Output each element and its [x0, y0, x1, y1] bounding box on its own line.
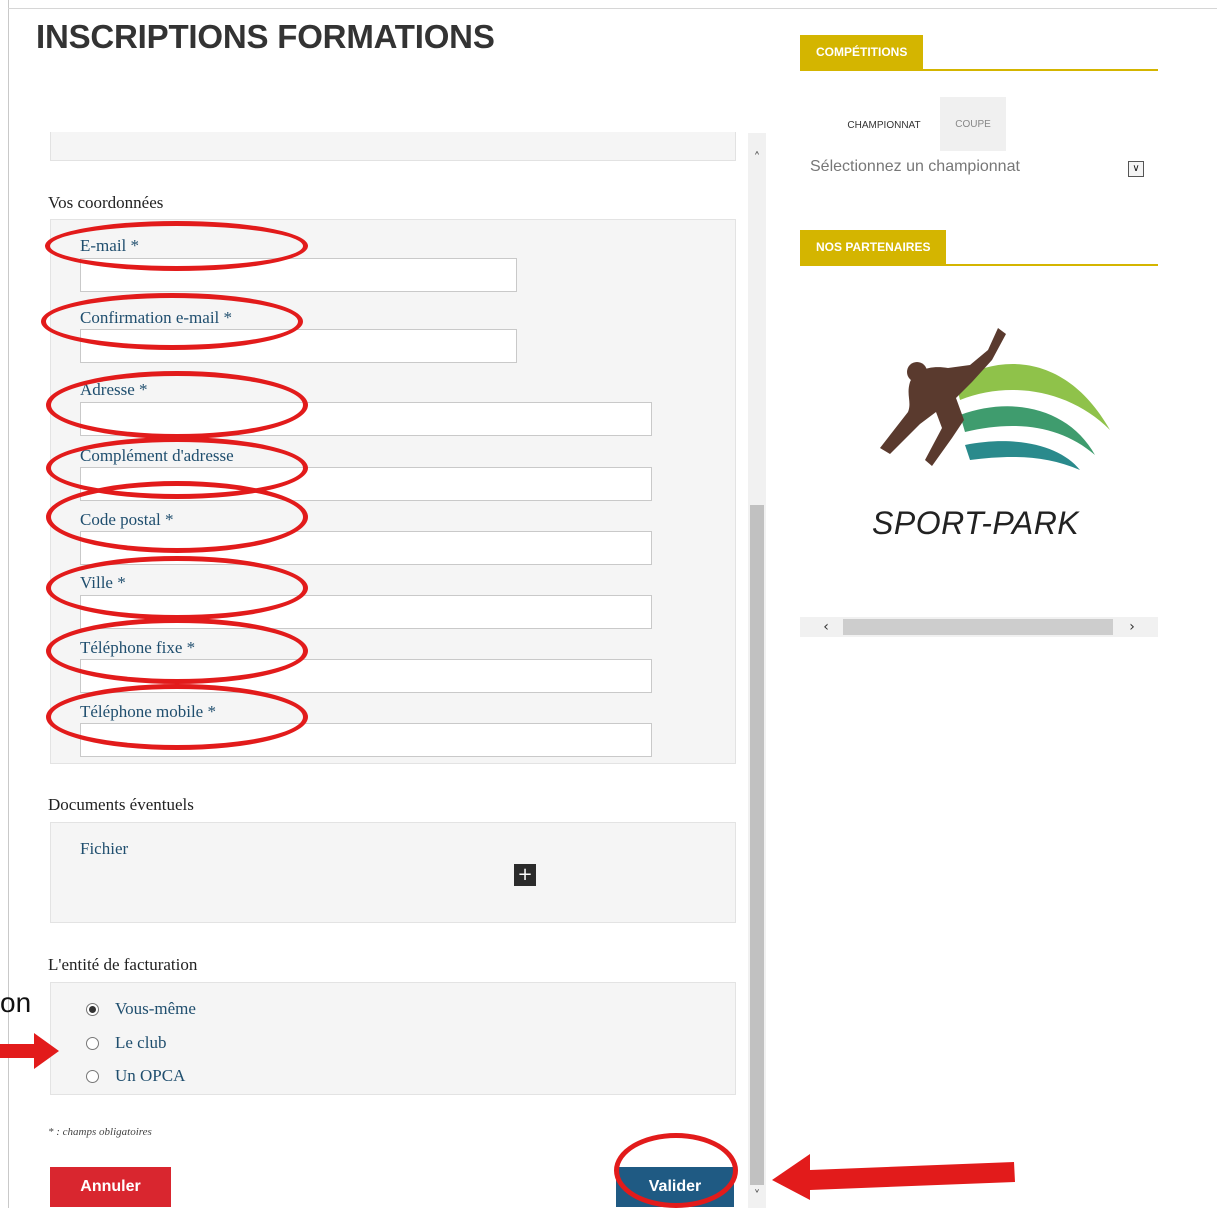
page-title: INSCRIPTIONS FORMATIONS — [36, 18, 495, 55]
required-fields-note: * : champs obligatoires — [48, 1126, 152, 1138]
postal-code-label: Code postal * — [80, 510, 174, 529]
email-confirmation-field[interactable] — [80, 329, 517, 363]
radio-button[interactable] — [86, 1069, 99, 1083]
file-label: Fichier — [80, 839, 129, 858]
competitions-header-label: COMPÉTITIONS — [800, 35, 924, 69]
billing-option-label: Vous-même — [115, 999, 196, 1018]
documents-section-heading: Documents éventuels — [48, 795, 194, 814]
form-scrollbar-thumb[interactable] — [750, 505, 764, 1185]
annotation-arrow-left-icon — [772, 1154, 1015, 1200]
annotation-arrow-right-icon — [0, 1033, 59, 1069]
chevron-down-icon[interactable]: ∨ — [1128, 161, 1144, 177]
address-complement-field[interactable] — [80, 467, 652, 501]
cancel-button[interactable]: Annuler — [50, 1167, 171, 1207]
cropped-annotation-text: on — [0, 987, 32, 1018]
landline-phone-field[interactable] — [80, 659, 652, 693]
partners-carousel-scrollbar[interactable]: ‹ › — [800, 617, 1158, 637]
mobile-phone-field[interactable] — [80, 723, 652, 757]
page-frame-left — [8, 0, 9, 1208]
partners-header-label: NOS PARTENAIRES — [800, 230, 947, 264]
chevron-left-icon[interactable]: ‹ — [816, 617, 836, 637]
radio-button[interactable] — [86, 1036, 99, 1050]
carousel-track[interactable] — [843, 619, 1113, 635]
billing-option-club[interactable]: Le club — [86, 1033, 166, 1053]
scroll-up-icon[interactable]: ˄ — [748, 148, 766, 170]
partners-header: NOS PARTENAIRES — [800, 230, 1158, 266]
billing-option-self[interactable]: Vous-même — [86, 999, 196, 1019]
documents-panel — [50, 822, 736, 923]
championship-select-value: Sélectionnez un championnat — [810, 158, 1020, 175]
postal-code-field[interactable] — [80, 531, 652, 565]
chevron-right-icon[interactable]: › — [1122, 617, 1142, 637]
address-field[interactable] — [80, 402, 652, 436]
mobile-phone-label: Téléphone mobile * — [80, 702, 216, 721]
radio-button-checked[interactable] — [86, 1002, 99, 1016]
billing-option-opca[interactable]: Un OPCA — [86, 1066, 185, 1086]
billing-option-label: Le club — [115, 1033, 167, 1052]
address-label: Adresse * — [80, 380, 148, 399]
billing-option-label: Un OPCA — [115, 1066, 186, 1085]
scroll-down-icon[interactable]: ˅ — [748, 1186, 766, 1208]
landline-phone-label: Téléphone fixe * — [80, 638, 196, 657]
page-frame-top — [8, 8, 1217, 9]
previous-section-panel — [50, 132, 736, 161]
contact-section-heading: Vos coordonnées — [48, 193, 164, 212]
billing-section-heading: L'entité de facturation — [48, 955, 198, 974]
competitions-header: COMPÉTITIONS — [800, 35, 1158, 71]
championship-select[interactable]: Sélectionnez un championnat ∨ — [800, 152, 1158, 186]
email-field[interactable] — [80, 258, 517, 292]
email-label: E-mail * — [80, 236, 140, 255]
city-label: Ville * — [80, 573, 126, 592]
tab-championnat[interactable]: CHAMPIONNAT — [830, 110, 938, 142]
tab-coupe[interactable]: COUPE — [940, 97, 1006, 151]
address-complement-label: Complément d'adresse — [80, 446, 234, 465]
email-confirmation-label: Confirmation e-mail * — [80, 308, 233, 327]
add-file-button[interactable]: + — [514, 864, 536, 886]
submit-button[interactable]: Valider — [616, 1167, 734, 1207]
partner-logo-text: SPORT-PARK — [872, 505, 1080, 541]
city-field[interactable] — [80, 595, 652, 629]
